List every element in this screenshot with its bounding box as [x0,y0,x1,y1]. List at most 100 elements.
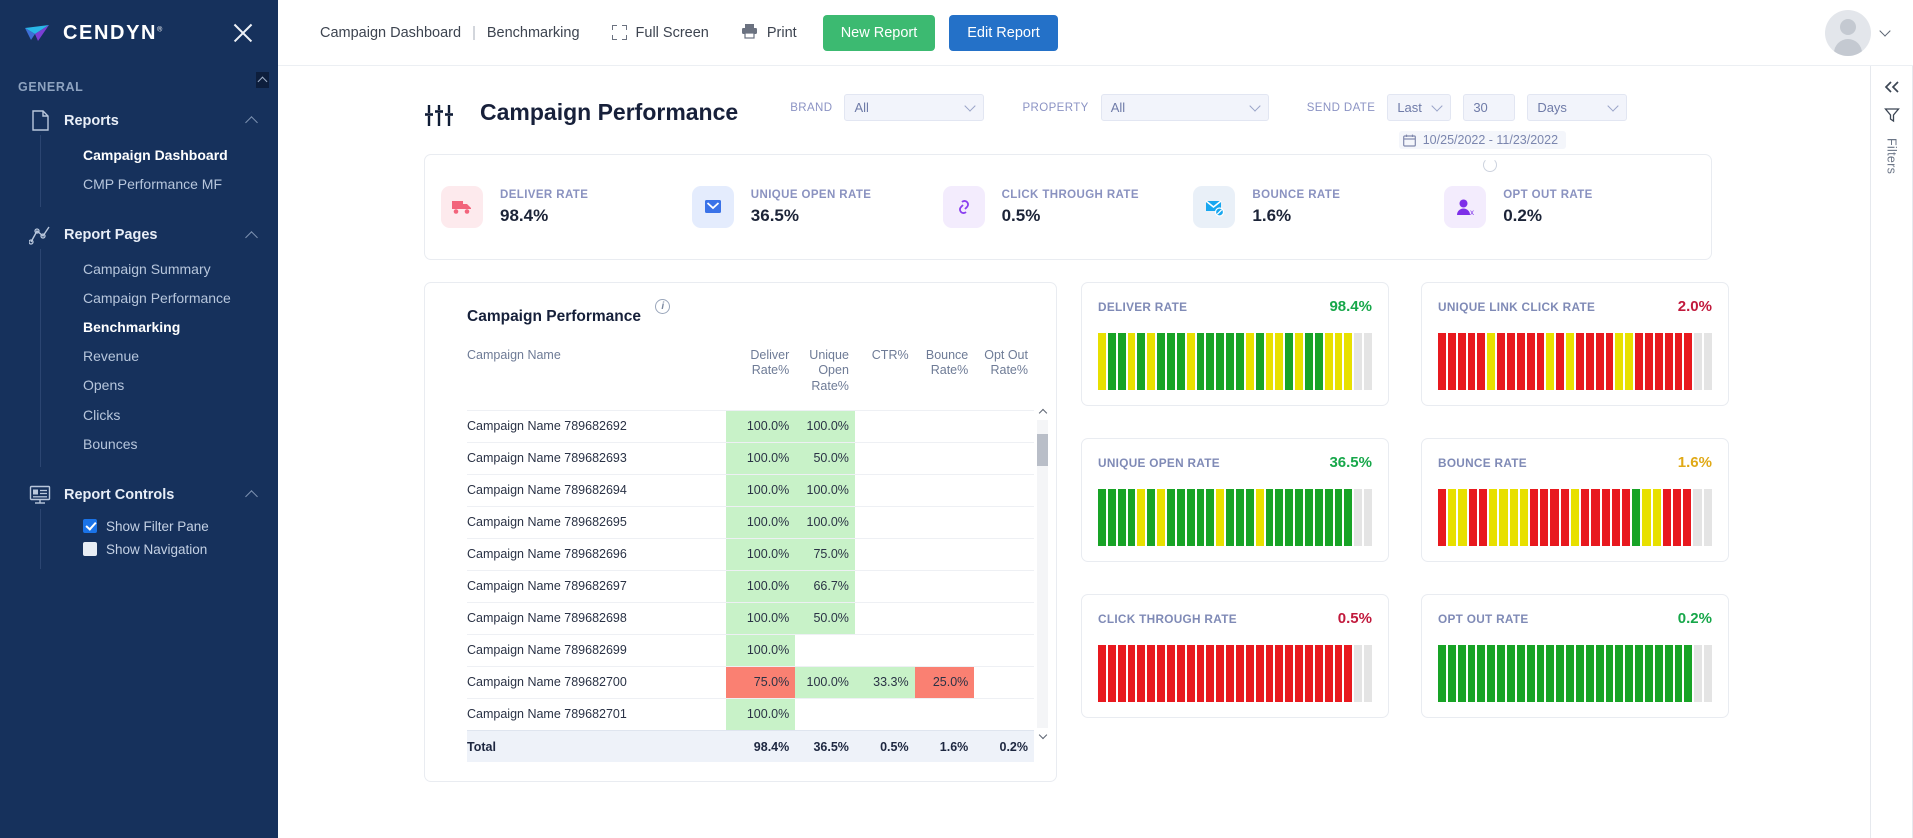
property-value: All [1110,100,1126,115]
sidebar-group-report-pages[interactable]: Report Pages [0,221,278,249]
table-row[interactable]: Campaign Name 789682700 75.0% 100.0% 33.3% 2… [467,665,1034,699]
benchmark-bar [1536,645,1545,702]
brand-logo: CENDYN® [24,22,164,45]
column-header-ctr[interactable]: CTR% [855,348,915,410]
table-scrollbar[interactable] [1037,408,1048,740]
benchmark-bar [1674,645,1683,702]
table-row[interactable]: Campaign Name 789682698 100.0% 50.0% [467,601,1034,635]
benchmark-bar [1652,489,1661,546]
printer-icon [741,23,758,43]
checkbox-icon[interactable] [83,519,97,534]
benchmark-bar [1570,489,1580,546]
table-row[interactable]: Campaign Name 789682697 100.0% 66.7% [467,569,1034,603]
breadcrumb-current[interactable]: Benchmarking [487,25,580,41]
cell-metric: 50.0% [795,601,855,635]
sidebar-group-title: Reports [64,112,119,129]
brand-select[interactable]: All [844,94,985,121]
benchmark-title: OPT OUT RATE [1438,612,1529,626]
cell-metric [854,601,915,635]
sidebar-item-campaign-summary[interactable]: Campaign Summary [41,255,278,284]
cell-metric: 66.7% [795,569,855,603]
table-row[interactable]: Campaign Name 789682693 100.0% 50.0% [467,441,1034,475]
send-date-amount-input[interactable]: 30 [1463,94,1516,121]
sidebar-group-reports[interactable]: Reports [0,106,278,135]
cell-metric: 100.0% [725,697,796,731]
chevron-down-icon [1431,99,1443,112]
cell-metric [914,409,975,443]
table-row[interactable]: Campaign Name 789682694 100.0% 100.0% [467,473,1034,507]
sidebar-item-opens[interactable]: Opens [41,371,278,400]
bounced-mail-icon [1193,186,1236,228]
filter-icon[interactable] [1883,107,1900,123]
cell-total-value: 0.5% [854,729,915,763]
send-date-mode-select[interactable]: Last [1387,94,1452,121]
benchmark-bar [1662,489,1672,546]
benchmark-bar [1167,489,1175,546]
checkbox-icon[interactable] [83,542,97,557]
scrollbar-thumb[interactable] [1037,434,1048,467]
benchmark-bar [1265,489,1274,546]
close-icon[interactable] [230,20,256,46]
full-screen-button[interactable]: Full Screen [611,25,709,41]
sidebar-item-revenue[interactable]: Revenue [41,342,278,371]
sidebar-item-benchmarking[interactable]: Benchmarking [41,313,278,342]
sidebar-scroll-up-arrow[interactable] [256,72,269,88]
benchmark-card: DELIVER RATE 98.4% [1081,282,1389,406]
checkbox-show-filter-pane[interactable]: Show Filter Pane [41,515,278,538]
column-header-bounce-rate[interactable]: Bounce Rate% [915,348,975,410]
cell-metric [974,665,1034,699]
brand-name: CENDYN® [63,21,164,44]
sidebar-item-cmp-performance-mf[interactable]: CMP Performance MF [41,170,278,199]
calendar-icon [1402,134,1416,147]
cendyn-logo-icon [24,22,54,44]
user-menu[interactable] [1825,9,1891,56]
table-row[interactable]: Campaign Name 789682696 100.0% 75.0% [467,537,1034,571]
cell-metric [974,409,1034,443]
column-header-campaign-name[interactable]: Campaign Name [467,348,726,410]
column-header-opt-out-rate[interactable]: Opt Out Rate% [974,348,1034,410]
scroll-down-icon[interactable] [1037,730,1048,742]
benchmark-bar [1615,645,1624,702]
chevron-down-icon[interactable] [1879,24,1891,37]
info-icon[interactable]: i [655,299,671,314]
benchmark-card: UNIQUE LINK CLICK RATE 2.0% [1421,282,1729,406]
chevron-down-icon [1249,99,1261,112]
scroll-up-icon[interactable] [1037,406,1048,418]
send-date-unit-select[interactable]: Days [1527,94,1628,121]
sidebar-sublist-reports: Campaign Dashboard CMP Performance MF [40,135,278,208]
benchmark-bar [1285,333,1294,390]
collapse-panel-button[interactable] [1883,80,1901,94]
table-row[interactable]: Campaign Name 789682692 100.0% 100.0% [467,409,1034,443]
table-row[interactable]: Campaign Name 789682695 100.0% 100.0% [467,505,1034,539]
new-report-button[interactable]: New Report [822,14,936,51]
table-row[interactable]: Campaign Name 789682699 100.0% [467,633,1034,667]
sidebar-item-campaign-performance[interactable]: Campaign Performance [41,284,278,313]
benchmark-bar [1519,489,1528,546]
benchmark-bar [1595,645,1604,702]
date-range-display[interactable]: 10/25/2022 - 11/23/2022 [1398,131,1567,149]
property-label: PROPERTY [1022,101,1089,114]
cell-metric: 100.0% [725,441,796,475]
truck-icon [441,186,483,228]
benchmark-bar [1477,333,1486,390]
column-header-deliver-rate[interactable]: Deliver Rate% [726,348,796,410]
kpi-label: UNIQUE OPEN RATE [750,188,872,201]
sidebar-item-bounces[interactable]: Bounces [41,430,278,459]
sidebar-item-clicks[interactable]: Clicks [41,401,278,430]
property-select[interactable]: All [1100,94,1269,121]
print-button[interactable]: Print [741,23,797,43]
checkbox-show-navigation[interactable]: Show Navigation [41,538,278,561]
breadcrumb-parent[interactable]: Campaign Dashboard [320,25,461,41]
cell-total-label: Total [467,729,726,763]
sidebar-group-report-controls[interactable]: Report Controls [0,481,278,509]
edit-report-button[interactable]: Edit Report [949,14,1058,51]
benchmark-bar-strip [1438,645,1713,702]
kpi-label: BOUNCE RATE [1252,188,1341,201]
filter-brand: BRAND All [790,94,985,121]
table-row[interactable]: Campaign Name 789682701 100.0% [467,697,1034,731]
benchmark-bar [1344,333,1353,390]
chevron-up-icon [245,230,258,244]
benchmark-bar [1536,333,1545,390]
column-header-unique-open-rate[interactable]: Unique Open Rate% [795,348,855,410]
sidebar-item-campaign-dashboard[interactable]: Campaign Dashboard [41,141,278,170]
